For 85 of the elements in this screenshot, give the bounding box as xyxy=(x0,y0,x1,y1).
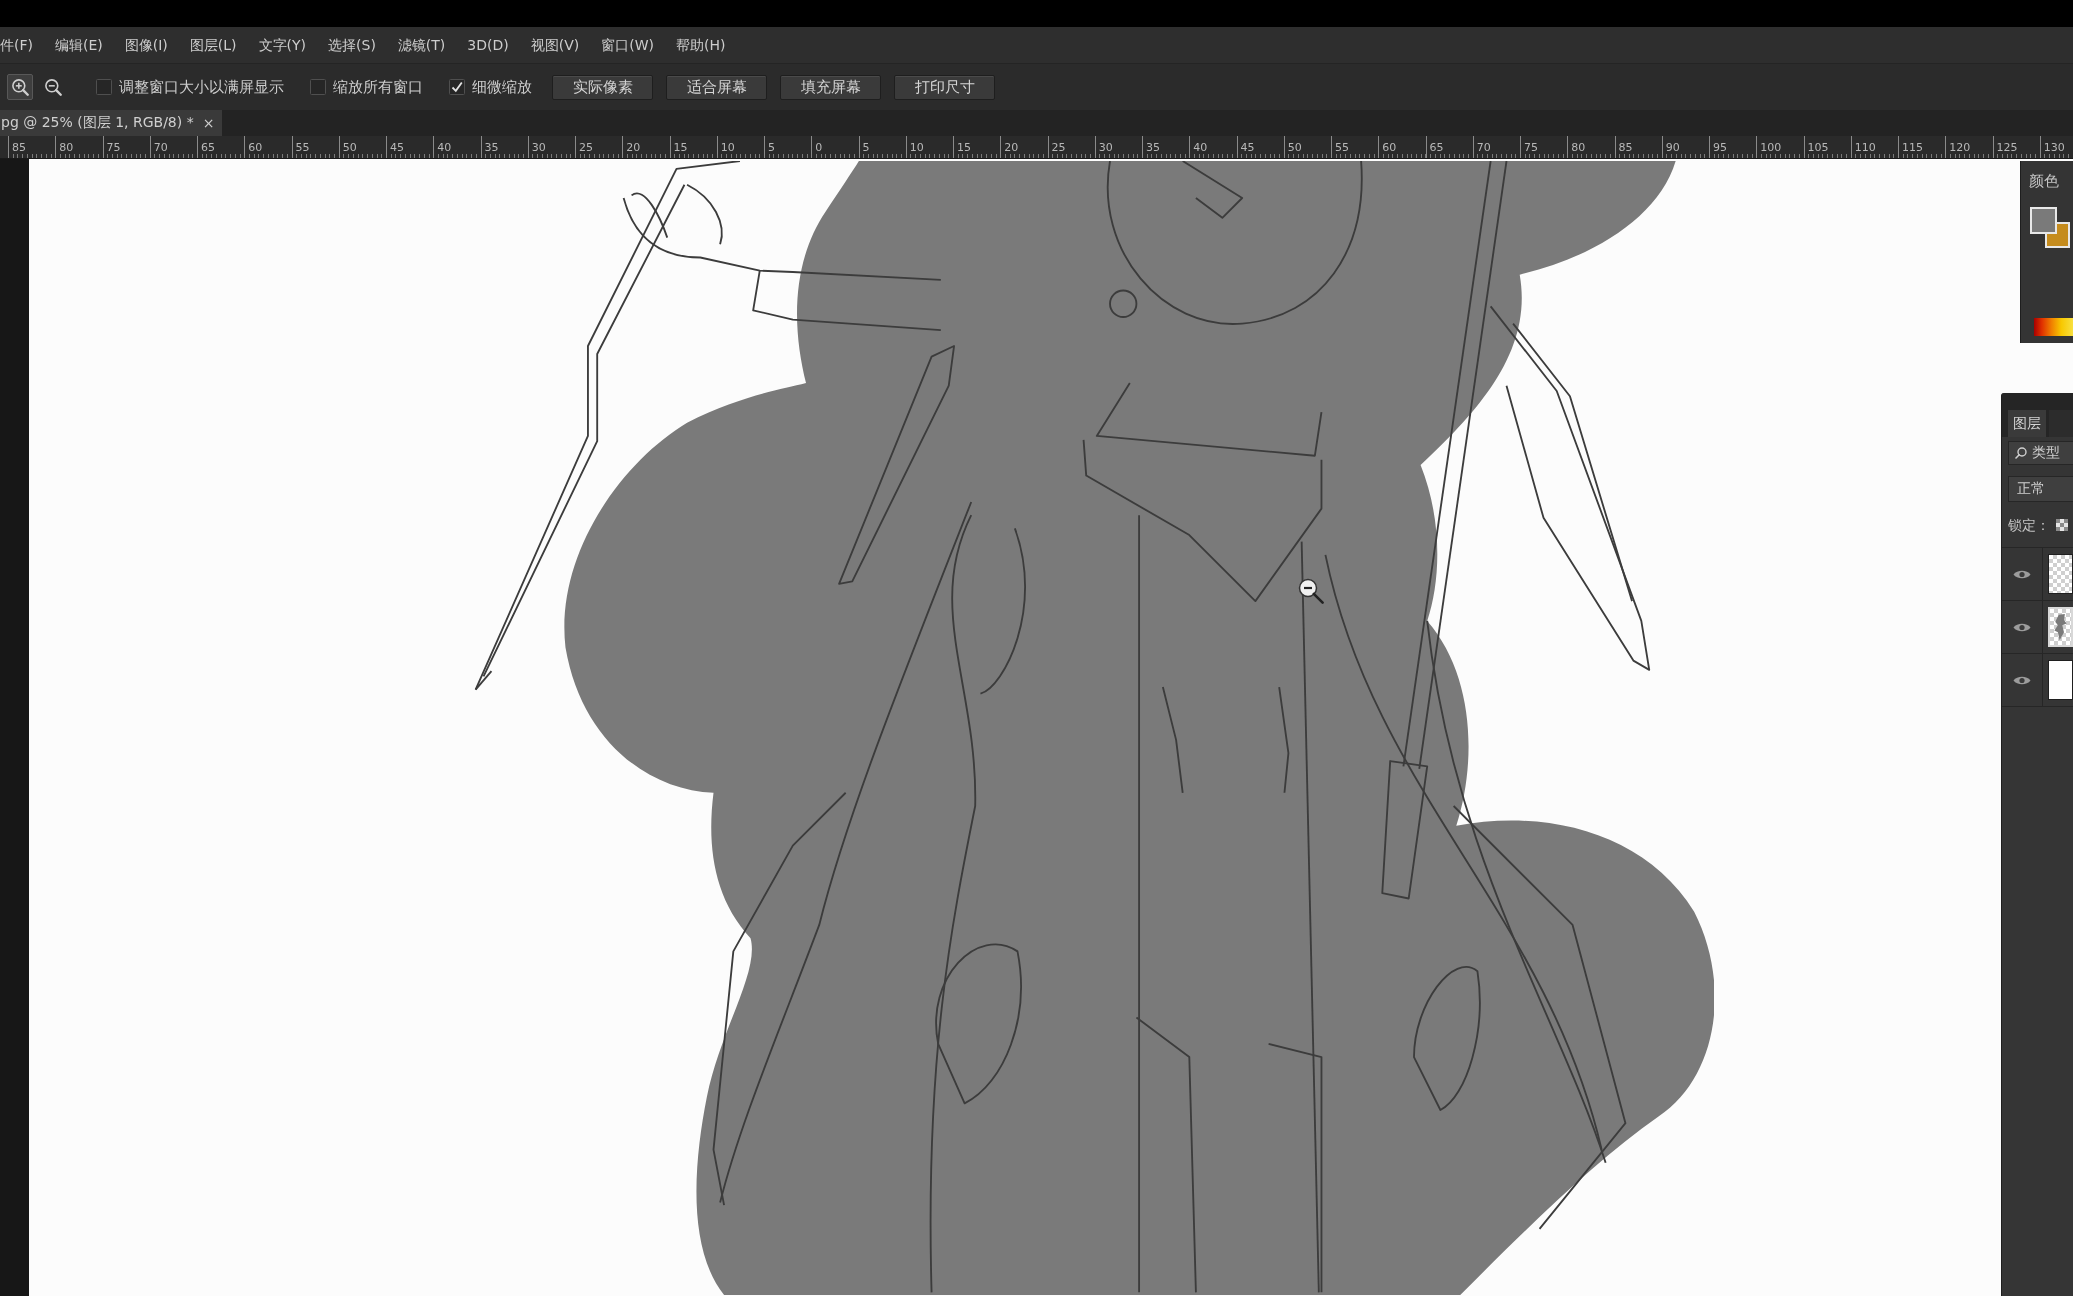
ruler-label: 35 xyxy=(1146,141,1160,154)
menu-item[interactable]: 帮助(H) xyxy=(676,36,726,54)
ruler-label: 115 xyxy=(1902,141,1923,154)
ruler-label: 60 xyxy=(248,141,263,154)
checkbox[interactable] xyxy=(310,79,326,95)
zoom-in-button[interactable] xyxy=(7,74,33,100)
ruler-label: 55 xyxy=(295,141,310,154)
menu-item[interactable]: 件(F) xyxy=(0,36,33,54)
ruler-label: 0 xyxy=(815,141,823,154)
ruler-label: 20 xyxy=(626,141,641,154)
menu-item[interactable]: 文字(Y) xyxy=(258,36,307,54)
ruler-label: 75 xyxy=(1524,141,1538,154)
ruler-label: 85 xyxy=(12,141,26,154)
menu-item[interactable]: 滤镜(T) xyxy=(397,36,446,54)
ruler-label: 25 xyxy=(1051,141,1066,154)
foreground-color-swatch[interactable] xyxy=(2030,207,2057,234)
menu-item[interactable]: 窗口(W) xyxy=(601,36,655,54)
panel-tab[interactable]: 图层 xyxy=(2008,410,2046,437)
ruler-label: 30 xyxy=(1098,141,1113,154)
ruler-label: 80 xyxy=(59,141,74,154)
checkbox-label[interactable]: 调整窗口大小以满屏显示 xyxy=(119,78,284,96)
lock-label: 锁定： xyxy=(2008,516,2050,534)
menu-item[interactable]: 选择(S) xyxy=(328,36,376,54)
ruler-label: 65 xyxy=(1429,141,1444,154)
ruler-label: 5 xyxy=(862,141,870,154)
search-icon xyxy=(2015,447,2027,459)
ruler-label: 5 xyxy=(768,141,775,154)
ruler-label: 60 xyxy=(1382,141,1397,154)
eye-icon[interactable] xyxy=(2013,621,2031,633)
document-tab[interactable]: pg @ 25% (图层 1, RGB/8) * × xyxy=(0,110,223,136)
panel-tab[interactable]: 颜色 xyxy=(2029,170,2059,192)
ruler-label: 45 xyxy=(1240,141,1255,154)
zoom-out-icon xyxy=(44,78,62,96)
checkbox[interactable] xyxy=(96,79,112,95)
ruler-label: 75 xyxy=(106,141,121,154)
zoom-out-cursor-icon xyxy=(1298,578,1324,604)
menu-item[interactable]: 图像(I) xyxy=(124,36,168,54)
ruler-label: 105 xyxy=(1807,141,1829,154)
ruler-label: 30 xyxy=(531,141,546,154)
ruler-label: 95 xyxy=(1713,141,1727,154)
checkbox-label[interactable]: 缩放所有窗口 xyxy=(333,78,423,96)
zoom-preset-button[interactable]: 打印尺寸 xyxy=(894,74,995,100)
zoom-in-icon xyxy=(11,78,29,96)
ruler-label: 70 xyxy=(153,141,168,154)
menu-item[interactable]: 视图(V) xyxy=(530,36,580,54)
ruler-label: 100 xyxy=(1760,141,1782,154)
ruler-label: 50 xyxy=(342,141,357,154)
zoom-preset-button[interactable]: 填充屏幕 xyxy=(780,74,881,100)
ruler-label: 125 xyxy=(1996,141,2018,154)
checkbox[interactable] xyxy=(449,79,465,95)
blend-mode-dropdown[interactable]: 正常 xyxy=(2008,476,2073,502)
ruler-label: 35 xyxy=(484,141,499,154)
ruler-label: 15 xyxy=(673,141,688,154)
menu-item[interactable]: 3D(D) xyxy=(467,36,509,54)
menu-item[interactable]: 图层(L) xyxy=(189,36,237,54)
ruler-label: 10 xyxy=(909,141,924,154)
ruler-label: 40 xyxy=(437,141,452,154)
zoom-preset-button[interactable]: 适合屏幕 xyxy=(666,74,767,100)
ruler-label: 85 xyxy=(1618,141,1633,154)
eye-icon[interactable] xyxy=(2013,568,2031,580)
zoom-preset-button[interactable]: 实际像素 xyxy=(552,74,653,100)
ruler-label: 70 xyxy=(1476,141,1491,154)
eye-icon[interactable] xyxy=(2013,674,2031,686)
ruler-label: 45 xyxy=(390,141,404,154)
layer-thumbnail[interactable] xyxy=(2048,660,2073,700)
ruler-label: 20 xyxy=(1004,141,1019,154)
ruler-label: 40 xyxy=(1193,141,1208,154)
ruler-label: 80 xyxy=(1571,141,1586,154)
ruler-label: 50 xyxy=(1287,141,1302,154)
ruler-label: 65 xyxy=(201,141,215,154)
transparency-lock-icon[interactable] xyxy=(2056,519,2068,531)
filter-dropdown[interactable]: 类型 xyxy=(2008,441,2073,465)
ruler-label: 110 xyxy=(1854,141,1876,154)
ruler-label: 15 xyxy=(957,141,971,154)
color-ramp-bar[interactable] xyxy=(2034,318,2073,336)
ruler-label: 25 xyxy=(579,141,593,154)
close-button[interactable]: × xyxy=(202,115,215,131)
ruler-label: 10 xyxy=(720,141,735,154)
menu-item[interactable]: 编辑(E) xyxy=(55,36,103,54)
ruler-label: 90 xyxy=(1665,141,1680,154)
checkbox-label[interactable]: 细微缩放 xyxy=(472,78,532,96)
ruler-label: 120 xyxy=(1949,141,1971,154)
ruler-label: 130 xyxy=(2043,141,2065,154)
layer-thumbnail[interactable] xyxy=(2048,554,2073,594)
ruler-label: 55 xyxy=(1335,141,1349,154)
